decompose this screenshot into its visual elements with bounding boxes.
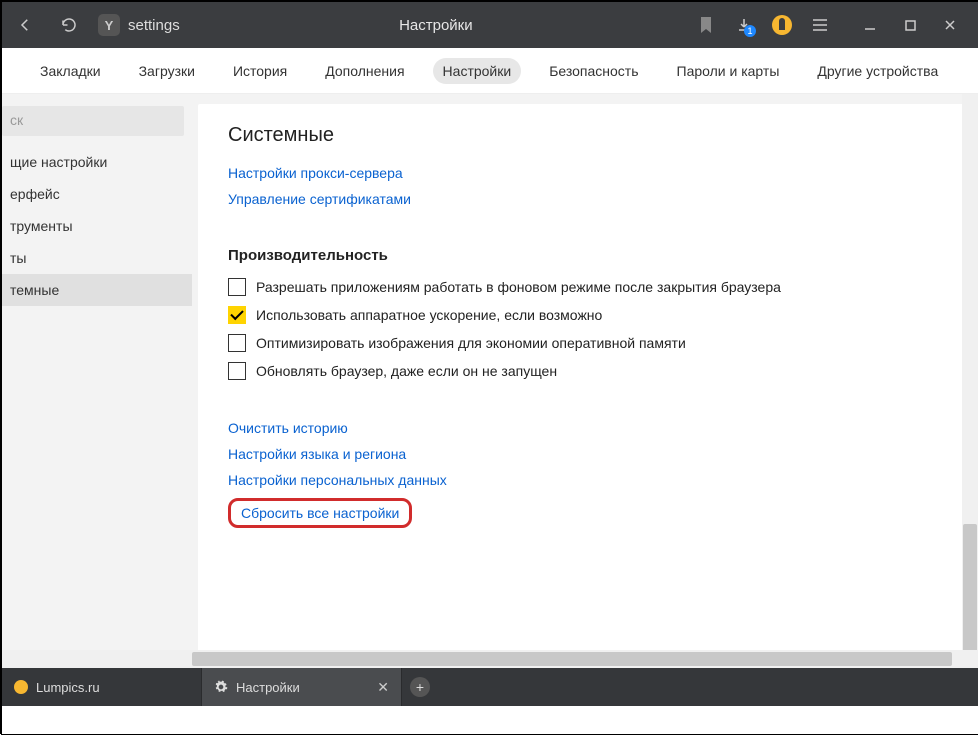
navtab-history[interactable]: История bbox=[223, 58, 297, 84]
favicon-icon bbox=[14, 680, 28, 694]
reload-button[interactable] bbox=[54, 10, 84, 40]
navtab-addons[interactable]: Дополнения bbox=[315, 58, 414, 84]
nav-tabs: Закладки Загрузки История Дополнения Нас… bbox=[2, 48, 978, 94]
sidebar: ск щие настройки ерфейс трументы ты темн… bbox=[2, 94, 192, 668]
highlight-reset: Сбросить все настройки bbox=[228, 498, 412, 528]
checkbox-background-apps[interactable]: Разрешать приложениям работать в фоновом… bbox=[228, 278, 948, 296]
checkbox-optimize-images[interactable]: Оптимизировать изображения для экономии … bbox=[228, 334, 948, 352]
tab-bar: Lumpics.ru Настройки ✕ + bbox=[2, 668, 978, 706]
navtab-settings[interactable]: Настройки bbox=[433, 58, 522, 84]
navtab-downloads[interactable]: Загрузки bbox=[129, 58, 205, 84]
link-certificates[interactable]: Управление сертификатами bbox=[228, 191, 411, 207]
link-personal-data[interactable]: Настройки персональных данных bbox=[228, 472, 447, 488]
content-panel: Системные Настройки прокси-сервера Управ… bbox=[198, 104, 978, 659]
menu-icon[interactable] bbox=[806, 11, 834, 39]
vertical-scrollbar[interactable] bbox=[962, 94, 978, 650]
download-badge: 1 bbox=[744, 25, 756, 37]
link-reset-settings[interactable]: Сбросить все настройки bbox=[241, 505, 399, 521]
downloads-icon[interactable]: 1 bbox=[730, 11, 758, 39]
navtab-bookmarks[interactable]: Закладки bbox=[30, 58, 111, 84]
perf-title: Производительность bbox=[228, 247, 948, 264]
sidebar-item-system[interactable]: темные bbox=[2, 274, 192, 306]
navtab-passwords[interactable]: Пароли и карты bbox=[667, 58, 790, 84]
checkbox-hw-accel[interactable]: Использовать аппаратное ускорение, если … bbox=[228, 306, 948, 324]
navtab-devices[interactable]: Другие устройства bbox=[807, 58, 948, 84]
checkbox-update-browser[interactable]: Обновлять браузер, даже если он не запущ… bbox=[228, 362, 948, 380]
sidebar-item-general[interactable]: щие настройки bbox=[2, 146, 192, 178]
window-minimize[interactable] bbox=[850, 10, 890, 40]
address-text: settings bbox=[128, 17, 180, 34]
checkbox-icon bbox=[228, 362, 246, 380]
tab-label: Настройки bbox=[236, 680, 300, 695]
link-clear-history[interactable]: Очистить историю bbox=[228, 420, 348, 436]
window-maximize[interactable] bbox=[890, 10, 930, 40]
bookmark-icon[interactable] bbox=[692, 11, 720, 39]
sidebar-item-interface[interactable]: ерфейс bbox=[2, 178, 192, 210]
checkbox-icon bbox=[228, 278, 246, 296]
tab-settings[interactable]: Настройки ✕ bbox=[202, 668, 402, 706]
address-box[interactable]: Y settings bbox=[98, 14, 180, 36]
sidebar-item-sites[interactable]: ты bbox=[2, 242, 192, 274]
checkbox-icon bbox=[228, 306, 246, 324]
tab-label: Lumpics.ru bbox=[36, 680, 100, 695]
tab-close-icon[interactable]: ✕ bbox=[377, 679, 389, 696]
checkbox-icon bbox=[228, 334, 246, 352]
navtab-security[interactable]: Безопасность bbox=[539, 58, 648, 84]
titlebar: Y settings Настройки 1 bbox=[2, 2, 978, 48]
back-button[interactable] bbox=[10, 10, 40, 40]
protect-icon[interactable] bbox=[768, 11, 796, 39]
scroll-corner bbox=[962, 650, 978, 668]
yandex-icon: Y bbox=[98, 14, 120, 36]
link-proxy[interactable]: Настройки прокси-сервера bbox=[228, 165, 403, 181]
window-close[interactable] bbox=[930, 10, 970, 40]
page-title: Настройки bbox=[180, 17, 692, 34]
gear-icon bbox=[214, 680, 228, 694]
section-heading: Системные bbox=[228, 124, 948, 147]
sidebar-item-tools[interactable]: трументы bbox=[2, 210, 192, 242]
sidebar-search[interactable]: ск bbox=[2, 106, 184, 136]
horizontal-scrollbar[interactable] bbox=[2, 650, 962, 668]
new-tab-button[interactable]: + bbox=[402, 668, 438, 706]
tab-lumpics[interactable]: Lumpics.ru bbox=[2, 668, 202, 706]
link-lang-region[interactable]: Настройки языка и региона bbox=[228, 446, 406, 462]
